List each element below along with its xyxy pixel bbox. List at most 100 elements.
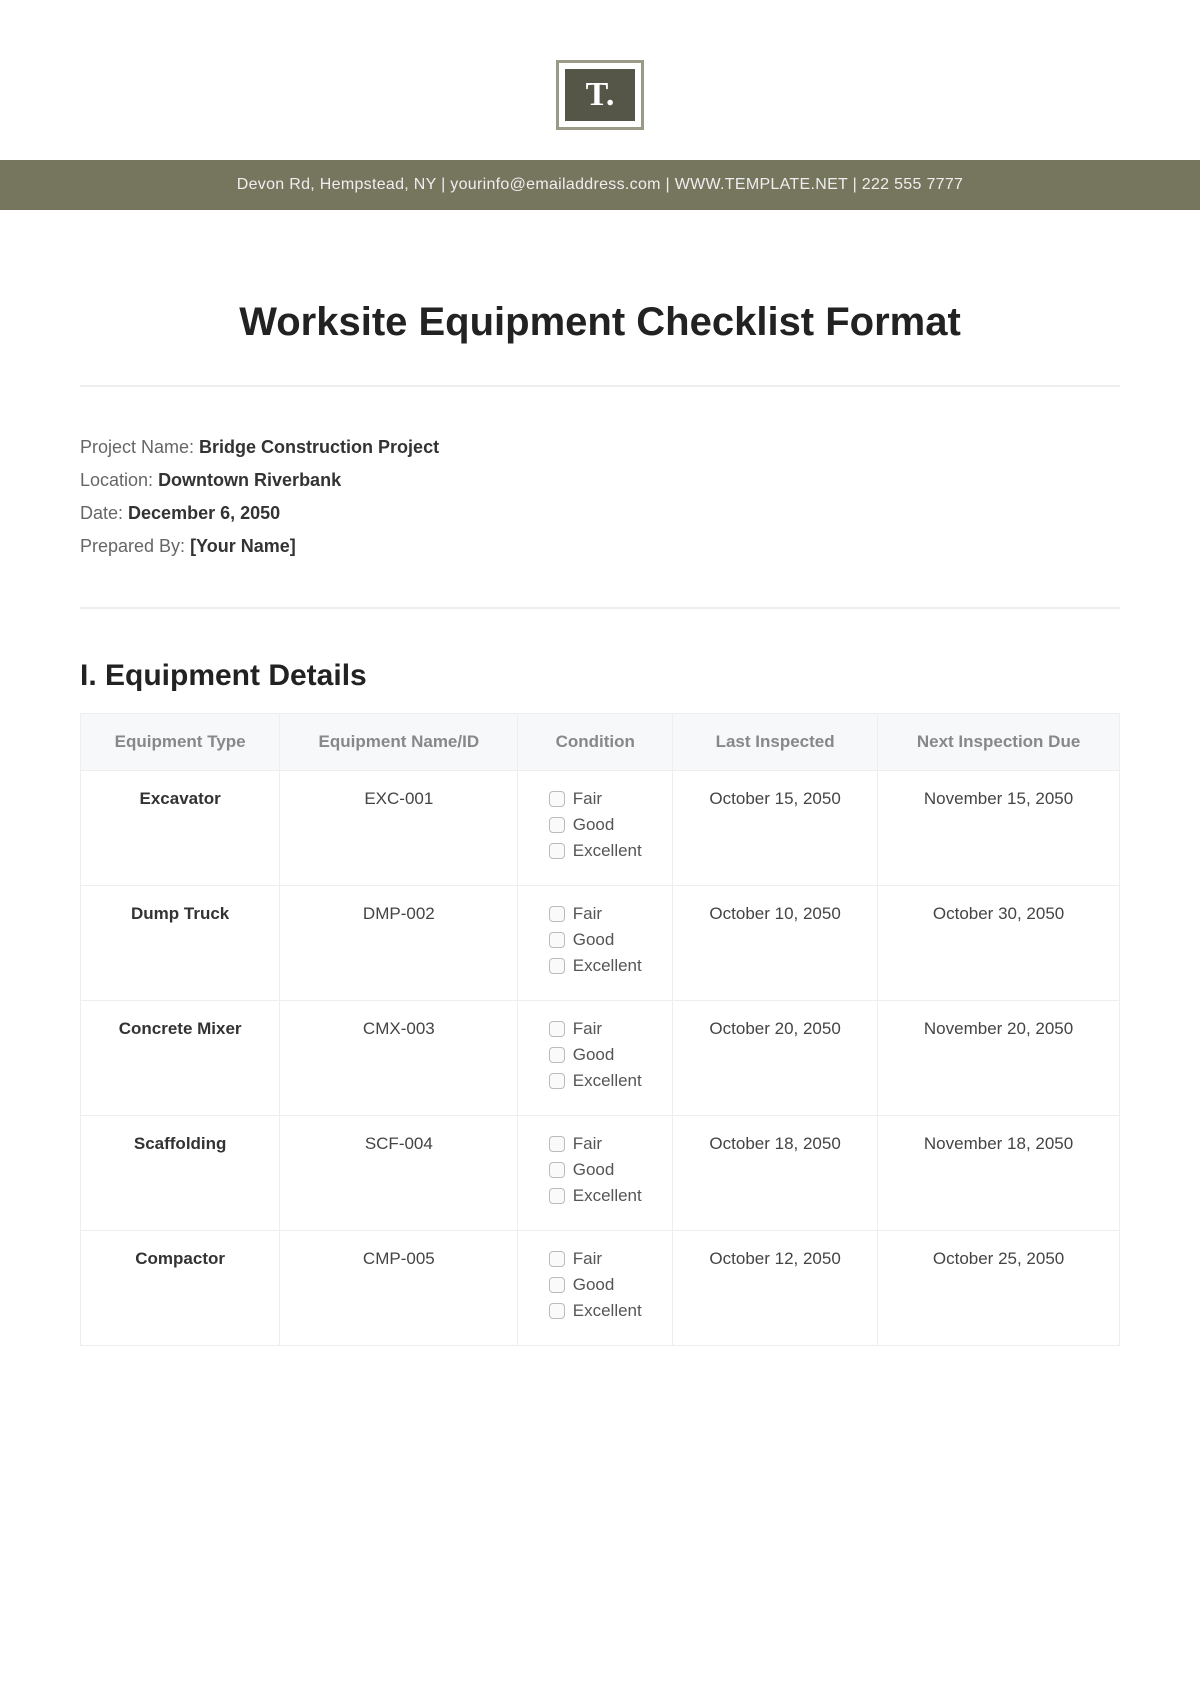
col-condition: Condition <box>518 714 673 771</box>
condition-option[interactable]: Good <box>549 1160 642 1180</box>
col-next: Next Inspection Due <box>878 714 1120 771</box>
cell-id: SCF-004 <box>280 1116 518 1231</box>
meta-prepared: Prepared By: [Your Name] <box>80 536 1120 557</box>
cell-type: Excavator <box>81 771 280 886</box>
cell-condition: Fair Good Excellent <box>518 771 673 886</box>
condition-label: Fair <box>573 1134 602 1154</box>
cell-last-inspected: October 18, 2050 <box>673 1116 878 1231</box>
condition-label: Good <box>573 1160 615 1180</box>
meta-prepared-value: [Your Name] <box>190 536 296 556</box>
checkbox-icon[interactable] <box>549 1136 565 1152</box>
condition-label: Fair <box>573 789 602 809</box>
logo-icon: T. <box>565 69 635 121</box>
cell-condition: Fair Good Excellent <box>518 1231 673 1346</box>
condition-option[interactable]: Good <box>549 815 642 835</box>
meta-location-value: Downtown Riverbank <box>158 470 341 490</box>
table-row: ExcavatorEXC-001FairGoodExcellentOctober… <box>81 771 1120 886</box>
checkbox-icon[interactable] <box>549 843 565 859</box>
checkbox-icon[interactable] <box>549 1047 565 1063</box>
condition-option[interactable]: Fair <box>549 1249 642 1269</box>
project-meta: Project Name: Bridge Construction Projec… <box>80 437 1120 557</box>
cell-last-inspected: October 20, 2050 <box>673 1001 878 1116</box>
meta-location-label: Location: <box>80 470 158 490</box>
condition-option[interactable]: Good <box>549 1045 642 1065</box>
cell-condition: Fair Good Excellent <box>518 886 673 1001</box>
table-row: Concrete MixerCMX-003 Fair Good Excellent Oc… <box>81 1001 1120 1116</box>
meta-project-value: Bridge Construction Project <box>199 437 439 457</box>
cell-id: CMX-003 <box>280 1001 518 1116</box>
cell-next-inspection: October 25, 2050 <box>878 1231 1120 1346</box>
cell-next-inspection: November 15, 2050 <box>878 771 1120 886</box>
condition-label: Fair <box>573 904 602 924</box>
condition-label: Fair <box>573 1019 602 1039</box>
cell-id: DMP-002 <box>280 886 518 1001</box>
condition-label: Good <box>573 815 615 835</box>
condition-label: Excellent <box>573 1301 642 1321</box>
condition-label: Excellent <box>573 1071 642 1091</box>
checkbox-icon[interactable] <box>549 1021 565 1037</box>
table-header-row: Equipment Type Equipment Name/ID Conditi… <box>81 714 1120 771</box>
cell-type: Scaffolding <box>81 1116 280 1231</box>
cell-condition: Fair Good Excellent <box>518 1116 673 1231</box>
contact-banner: Devon Rd, Hempstead, NY | yourinfo@email… <box>0 160 1200 210</box>
cell-id: CMP-005 <box>280 1231 518 1346</box>
cell-next-inspection: November 18, 2050 <box>878 1116 1120 1231</box>
cell-type: Concrete Mixer <box>81 1001 280 1116</box>
meta-date-value: December 6, 2050 <box>128 503 280 523</box>
divider <box>80 607 1120 609</box>
cell-last-inspected: October 12, 2050 <box>673 1231 878 1346</box>
cell-next-inspection: October 30, 2050 <box>878 886 1120 1001</box>
cell-next-inspection: November 20, 2050 <box>878 1001 1120 1116</box>
logo-frame: T. <box>556 60 644 130</box>
checkbox-icon[interactable] <box>549 1303 565 1319</box>
condition-option[interactable]: Excellent <box>549 1301 642 1321</box>
cell-type: Dump Truck <box>81 886 280 1001</box>
checkbox-icon[interactable] <box>549 1162 565 1178</box>
cell-type: Compactor <box>81 1231 280 1346</box>
table-row: CompactorCMP-005 Fair Good Excellent October… <box>81 1231 1120 1346</box>
condition-label: Good <box>573 1045 615 1065</box>
meta-date-label: Date: <box>80 503 128 523</box>
checkbox-icon[interactable] <box>549 932 565 948</box>
condition-option[interactable]: Excellent <box>549 1186 642 1206</box>
condition-label: Good <box>573 930 615 950</box>
cell-condition: Fair Good Excellent <box>518 1001 673 1116</box>
condition-option[interactable]: Excellent <box>549 841 642 861</box>
condition-option[interactable]: Fair <box>549 904 642 924</box>
condition-label: Good <box>573 1275 615 1295</box>
condition-option[interactable]: Excellent <box>549 1071 642 1091</box>
table-row: ScaffoldingSCF-004 Fair Good Excellent Octob… <box>81 1116 1120 1231</box>
meta-location: Location: Downtown Riverbank <box>80 470 1120 491</box>
cell-last-inspected: October 10, 2050 <box>673 886 878 1001</box>
checkbox-icon[interactable] <box>549 817 565 833</box>
condition-option[interactable]: Fair <box>549 1134 642 1154</box>
meta-project: Project Name: Bridge Construction Projec… <box>80 437 1120 458</box>
col-last: Last Inspected <box>673 714 878 771</box>
checkbox-icon[interactable] <box>549 1277 565 1293</box>
condition-option[interactable]: Good <box>549 930 642 950</box>
condition-option[interactable]: Good <box>549 1275 642 1295</box>
checkbox-icon[interactable] <box>549 906 565 922</box>
checkbox-icon[interactable] <box>549 1073 565 1089</box>
meta-date: Date: December 6, 2050 <box>80 503 1120 524</box>
logo-area: T. <box>0 0 1200 160</box>
condition-option[interactable]: Fair <box>549 1019 642 1039</box>
checkbox-icon[interactable] <box>549 958 565 974</box>
page-title: Worksite Equipment Checklist Format <box>80 300 1120 345</box>
cell-last-inspected: October 15, 2050 <box>673 771 878 886</box>
condition-label: Fair <box>573 1249 602 1269</box>
checkbox-icon[interactable] <box>549 1251 565 1267</box>
divider <box>80 385 1120 387</box>
condition-label: Excellent <box>573 1186 642 1206</box>
col-id: Equipment Name/ID <box>280 714 518 771</box>
condition-label: Excellent <box>573 956 642 976</box>
equipment-table: Equipment Type Equipment Name/ID Conditi… <box>80 713 1120 1346</box>
table-row: Dump TruckDMP-002 Fair Good Excellent Octobe… <box>81 886 1120 1001</box>
meta-prepared-label: Prepared By: <box>80 536 190 556</box>
meta-project-label: Project Name: <box>80 437 199 457</box>
condition-option[interactable]: Fair <box>549 789 642 809</box>
checkbox-icon[interactable] <box>549 1188 565 1204</box>
checkbox-icon[interactable] <box>549 791 565 807</box>
col-type: Equipment Type <box>81 714 280 771</box>
condition-option[interactable]: Excellent <box>549 956 642 976</box>
